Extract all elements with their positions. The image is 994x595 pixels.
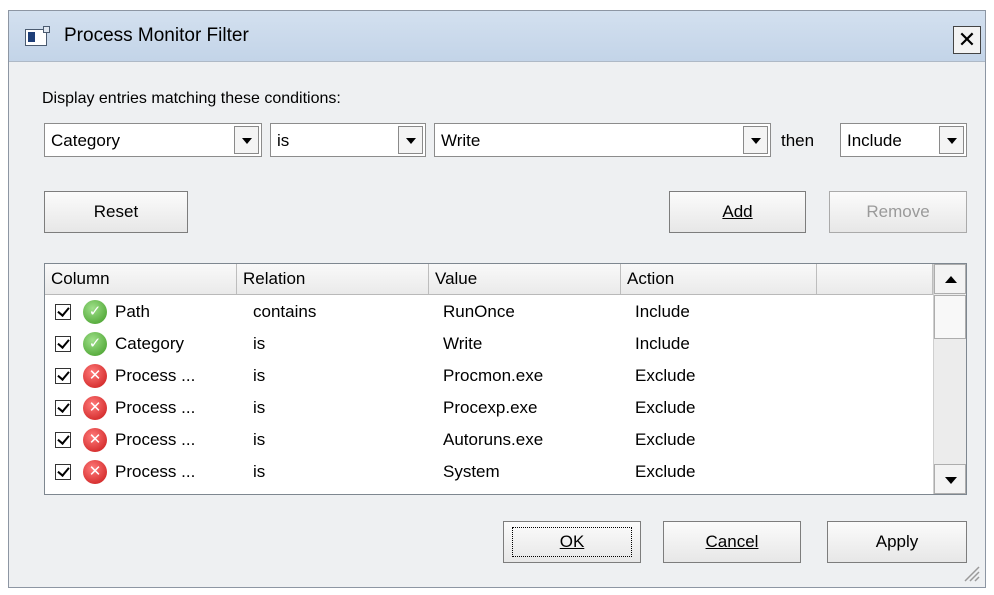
cancel-button[interactable]: Cancel <box>663 521 801 563</box>
ok-button[interactable]: OK <box>503 521 641 563</box>
scroll-up-icon[interactable] <box>934 264 966 294</box>
app-icon <box>25 26 50 46</box>
row-relation: is <box>253 366 266 385</box>
row-value: Procexp.exe <box>443 398 538 417</box>
check-circle-icon: ✓ <box>83 300 107 324</box>
action-select-value: Include <box>847 131 902 150</box>
remove-button-label: Remove <box>866 202 930 221</box>
row-action: Include <box>635 302 690 321</box>
row-relation: is <box>253 430 266 449</box>
apply-button[interactable]: Apply <box>827 521 967 563</box>
row-relation: is <box>253 334 266 353</box>
row-action: Exclude <box>635 366 696 385</box>
add-button-label: Add <box>722 202 753 221</box>
row-relation: contains <box>253 302 317 321</box>
row-action: Exclude <box>635 430 696 449</box>
row-relation: is <box>253 462 266 481</box>
chevron-down-icon[interactable] <box>398 126 423 154</box>
x-circle-icon: ✕ <box>83 460 107 484</box>
row-value: System <box>443 462 500 481</box>
x-circle-icon: ✕ <box>83 364 107 388</box>
resize-grip-icon[interactable] <box>959 561 981 583</box>
cancel-button-label: Cancel <box>705 532 759 551</box>
filter-list[interactable]: Column Relation Value Action ✓ Path cont… <box>44 263 967 495</box>
header-value[interactable]: Value <box>429 264 621 294</box>
then-label: then <box>781 131 815 150</box>
filter-dialog: Process Monitor Filter ✕ Display entries… <box>8 10 986 588</box>
header-action[interactable]: Action <box>621 264 817 294</box>
scroll-thumb[interactable] <box>934 295 966 339</box>
apply-button-label: Apply <box>875 532 919 551</box>
relation-select[interactable]: is <box>270 123 426 157</box>
ok-button-label: OK <box>559 532 585 551</box>
row-value: Write <box>443 334 483 353</box>
action-select[interactable]: Include <box>840 123 967 157</box>
row-value: Autoruns.exe <box>443 430 544 449</box>
row-relation: is <box>253 398 266 417</box>
table-row[interactable]: ✕ Process ... is Autoruns.exe Exclude <box>45 424 933 456</box>
add-button[interactable]: Add <box>669 191 806 233</box>
x-circle-icon: ✕ <box>83 428 107 452</box>
row-column: Path <box>115 302 150 321</box>
relation-select-value: is <box>277 131 290 150</box>
chevron-down-icon[interactable] <box>743 126 768 154</box>
header-empty <box>817 264 933 294</box>
row-checkbox[interactable] <box>55 400 71 416</box>
row-checkbox[interactable] <box>55 368 71 384</box>
vertical-scrollbar[interactable] <box>933 264 966 494</box>
row-column: Category <box>115 334 184 353</box>
value-select[interactable]: Write <box>434 123 771 157</box>
row-action: Include <box>635 334 690 353</box>
chevron-down-icon[interactable] <box>939 126 964 154</box>
row-checkbox[interactable] <box>55 432 71 448</box>
title-bar[interactable]: Process Monitor Filter ✕ <box>9 11 985 62</box>
table-row[interactable]: ✕ Process ... is Procmon.exe Exclude <box>45 360 933 392</box>
row-checkbox[interactable] <box>55 464 71 480</box>
header-relation[interactable]: Relation <box>237 264 429 294</box>
x-circle-icon: ✕ <box>83 396 107 420</box>
conditions-label: Display entries matching these condition… <box>42 90 341 107</box>
remove-button[interactable]: Remove <box>829 191 967 233</box>
table-row[interactable]: ✓ Category is Write Include <box>45 328 933 360</box>
value-select-value: Write <box>441 131 481 150</box>
row-column: Process ... <box>115 430 196 449</box>
row-action: Exclude <box>635 462 696 481</box>
chevron-down-icon[interactable] <box>234 126 259 154</box>
column-select-value: Category <box>51 131 120 150</box>
reset-button[interactable]: Reset <box>44 191 188 233</box>
column-select[interactable]: Category <box>44 123 262 157</box>
row-column: Process ... <box>115 462 196 481</box>
scroll-down-icon[interactable] <box>934 464 966 494</box>
row-column: Process ... <box>115 366 196 385</box>
table-row[interactable]: ✕ Process ... is System Exclude <box>45 456 933 488</box>
close-button[interactable]: ✕ <box>953 26 981 54</box>
list-header: Column Relation Value Action <box>45 264 933 295</box>
row-column: Process ... <box>115 398 196 417</box>
row-checkbox[interactable] <box>55 336 71 352</box>
table-row[interactable]: ✕ Process ... is Procexp.exe Exclude <box>45 392 933 424</box>
row-value: RunOnce <box>443 302 515 321</box>
check-circle-icon: ✓ <box>83 332 107 356</box>
header-column[interactable]: Column <box>45 264 237 294</box>
row-action: Exclude <box>635 398 696 417</box>
row-value: Procmon.exe <box>443 366 544 385</box>
row-checkbox[interactable] <box>55 304 71 320</box>
table-row[interactable]: ✓ Path contains RunOnce Include <box>45 296 933 328</box>
window-title: Process Monitor Filter <box>64 25 249 46</box>
